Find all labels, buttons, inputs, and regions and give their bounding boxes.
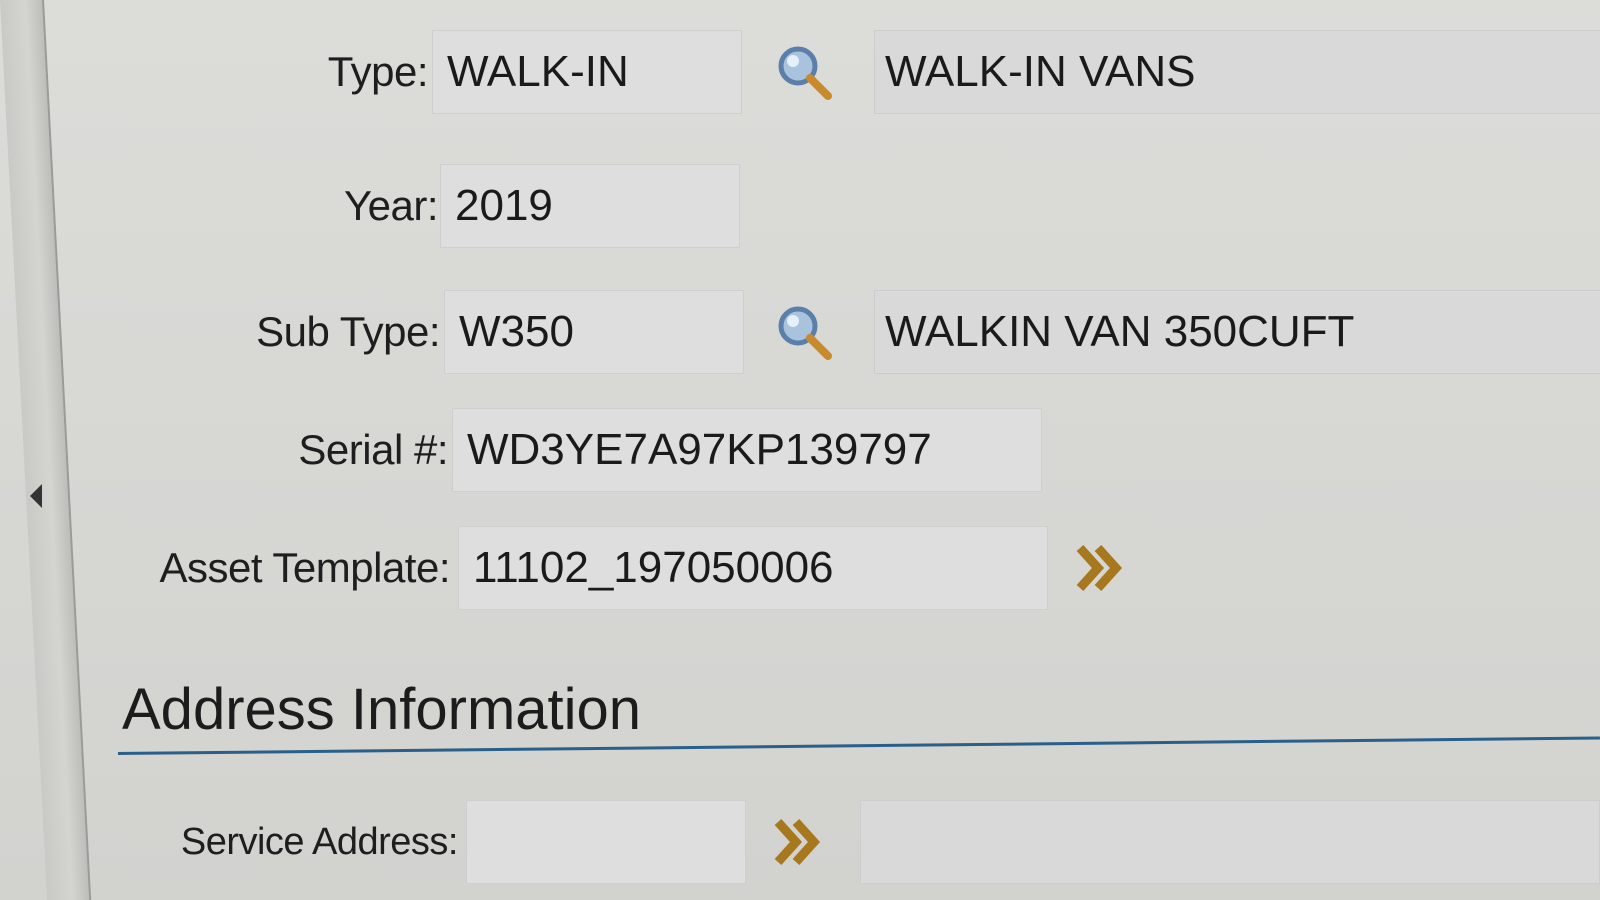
serial-label: Serial #:: [298, 426, 448, 473]
year-label: Year:: [343, 182, 439, 229]
type-row: Type: WALK-IN WALK-IN VANS: [300, 30, 1600, 114]
year-row: Year: 2019: [300, 164, 740, 248]
service-address-navigate-double-chevron-icon[interactable]: [770, 814, 826, 870]
service-address-row: Service Address:: [140, 800, 1600, 884]
sub-type-row: Sub Type: W350 WALKIN VAN 350CUFT: [240, 290, 1600, 374]
asset-template-label: Asset Template:: [159, 544, 450, 591]
asset-template-row: Asset Template: 11102_197050006: [150, 526, 1128, 610]
asset-template-navigate-double-chevron-icon[interactable]: [1072, 540, 1128, 596]
service-address-description: [860, 800, 1600, 884]
service-address-label: Service Address:: [180, 820, 459, 863]
serial-row: Serial #: WD3YE7A97KP139797: [280, 408, 1042, 492]
type-field[interactable]: WALK-IN: [432, 30, 742, 114]
sub-type-field[interactable]: W350: [444, 290, 744, 374]
collapse-panel-icon[interactable]: [30, 484, 42, 508]
sub-type-description: WALKIN VAN 350CUFT: [874, 290, 1600, 374]
address-information-heading: Address Information: [122, 677, 642, 742]
asset-template-field[interactable]: 11102_197050006: [458, 526, 1048, 610]
sub-type-lookup-search-icon[interactable]: [772, 300, 836, 364]
service-address-field[interactable]: [466, 800, 746, 884]
year-field[interactable]: 2019: [440, 164, 740, 248]
screen: Type: WALK-IN WALK-IN VANS Year: 2019 Su…: [0, 0, 1600, 900]
type-label: Type:: [327, 48, 429, 95]
serial-field[interactable]: WD3YE7A97KP139797: [452, 408, 1042, 492]
sub-type-label: Sub Type:: [256, 308, 440, 355]
left-frame-edge: [0, 0, 92, 900]
type-description: WALK-IN VANS: [874, 30, 1600, 114]
type-lookup-search-icon[interactable]: [772, 40, 836, 104]
